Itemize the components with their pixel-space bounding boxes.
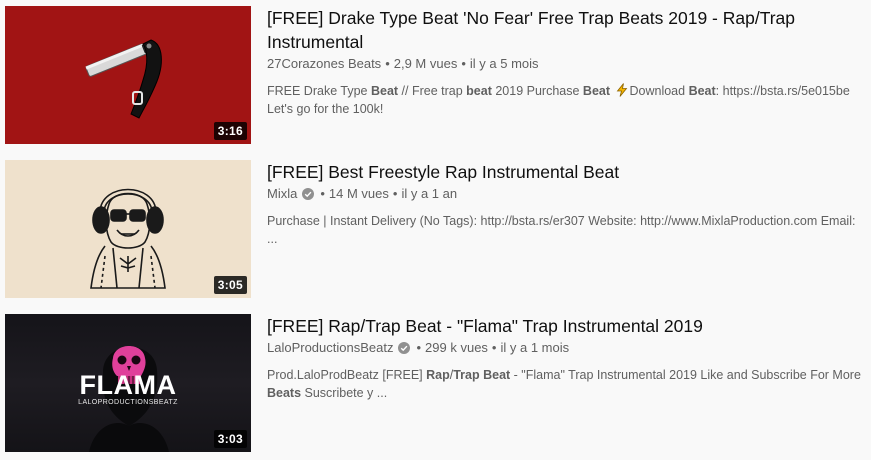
lightning-icon bbox=[616, 83, 627, 97]
thumbnail-title-text: FLAMA bbox=[79, 370, 177, 400]
video-description: Purchase | Instant Delivery (No Tags): h… bbox=[267, 214, 856, 246]
duration-badge: 3:16 bbox=[213, 122, 247, 140]
separator-dot: • bbox=[320, 186, 325, 201]
highlighted-term: Trap bbox=[453, 368, 480, 382]
duration-badge: 3:03 bbox=[213, 430, 247, 448]
highlighted-term: Beat bbox=[483, 368, 511, 382]
upload-age: il y a 5 mois bbox=[469, 56, 539, 71]
channel-name[interactable]: LaloProductionsBeatz bbox=[267, 339, 393, 357]
video-thumbnail[interactable]: FLAMA LALOPRODUCTIONSBEATZ 3:03 bbox=[5, 314, 251, 452]
search-results: 3:16 [FREE] Drake Type Beat 'No Fear' Fr… bbox=[0, 0, 871, 460]
verified-check-icon bbox=[398, 342, 411, 354]
video-result[interactable]: FLAMA LALOPRODUCTIONSBEATZ 3:03 [FREE] R… bbox=[5, 314, 871, 452]
thumbnail-subtitle-text: LALOPRODUCTIONSBEATZ bbox=[78, 399, 178, 406]
view-count: 299 k vues bbox=[425, 340, 488, 355]
video-meta: [FREE] Rap/Trap Beat - "Flama" Trap Inst… bbox=[267, 314, 871, 402]
video-byline: LaloProductionsBeatz • 299 k vues • il y… bbox=[267, 339, 871, 357]
channel-name[interactable]: 27Corazones Beats bbox=[267, 55, 381, 73]
view-count: 14 M vues bbox=[328, 186, 389, 201]
video-meta: [FREE] Drake Type Beat 'No Fear' Free Tr… bbox=[267, 6, 871, 118]
video-meta: [FREE] Best Freestyle Rap Instrumental B… bbox=[267, 160, 871, 248]
highlighted-term: Beats bbox=[267, 386, 302, 400]
upload-age: il y a 1 an bbox=[401, 186, 458, 201]
video-byline: 27Corazones Beats • 2,9 M vues • il y a … bbox=[267, 55, 871, 73]
separator-dot: • bbox=[392, 186, 398, 201]
highlighted-term: Rap bbox=[426, 368, 450, 382]
video-title[interactable]: [FREE] Best Freestyle Rap Instrumental B… bbox=[267, 160, 871, 184]
separator-dot: • bbox=[461, 56, 466, 71]
video-description: FREE Drake Type Beat // Free trap beat 2… bbox=[267, 83, 850, 116]
video-description: Prod.LaloProdBeatz [FREE] Rap/Trap Beat … bbox=[267, 368, 861, 400]
highlighted-term: Beat bbox=[582, 84, 611, 98]
highlighted-term: beat bbox=[466, 84, 492, 98]
highlighted-term: Beat bbox=[370, 84, 399, 98]
highlighted-term: Beat bbox=[688, 84, 716, 98]
video-byline: Mixla • 14 M vues • il y a 1 an bbox=[267, 185, 871, 203]
video-thumbnail[interactable]: 3:16 bbox=[5, 6, 251, 144]
video-thumbnail[interactable]: 3:05 bbox=[5, 160, 251, 298]
video-title[interactable]: [FREE] Rap/Trap Beat - "Flama" Trap Inst… bbox=[267, 314, 871, 338]
verified-check-icon bbox=[302, 188, 315, 200]
view-count: 2,9 M vues bbox=[393, 56, 458, 71]
video-result[interactable]: 3:16 [FREE] Drake Type Beat 'No Fear' Fr… bbox=[5, 6, 871, 144]
video-result[interactable]: 3:05 [FREE] Best Freestyle Rap Instrumen… bbox=[5, 160, 871, 298]
channel-name[interactable]: Mixla bbox=[267, 185, 297, 203]
upload-age: il y a 1 mois bbox=[500, 340, 570, 355]
separator-dot: • bbox=[416, 340, 422, 355]
separator-dot: • bbox=[491, 340, 497, 355]
duration-badge: 3:05 bbox=[213, 276, 247, 294]
separator-dot: • bbox=[385, 56, 390, 71]
video-title[interactable]: [FREE] Drake Type Beat 'No Fear' Free Tr… bbox=[267, 6, 871, 54]
